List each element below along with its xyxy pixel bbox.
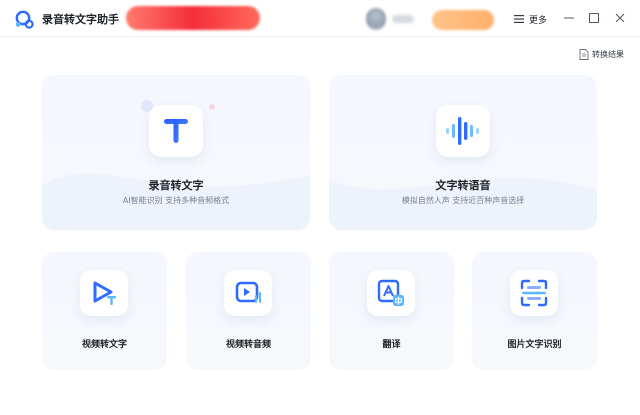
promo-banner[interactable] bbox=[126, 6, 260, 30]
app-title: 录音转文字助手 bbox=[42, 13, 119, 26]
sound-wave-icon bbox=[446, 117, 479, 145]
user-name[interactable] bbox=[392, 15, 414, 23]
text-t-icon bbox=[164, 119, 188, 143]
image-ocr-icon bbox=[520, 279, 548, 307]
conversion-results-button[interactable]: 转换结果 bbox=[579, 47, 624, 61]
more-button[interactable]: 更多 bbox=[514, 12, 547, 26]
menu-icon bbox=[514, 15, 524, 23]
video-to-audio-title: 视频转音频 bbox=[225, 340, 271, 350]
close-button[interactable] bbox=[610, 8, 630, 28]
translate-icon-tile bbox=[367, 270, 415, 316]
conversion-results-label: 转换结果 bbox=[592, 49, 624, 59]
vip-button[interactable] bbox=[432, 10, 494, 30]
video-to-audio-card[interactable]: 视频转音频 bbox=[186, 252, 311, 370]
speech-to-text-card[interactable]: 录音转文字 AI智能识别 支持多种音频格式 bbox=[42, 75, 310, 230]
text-t-icon-tile bbox=[149, 105, 203, 157]
video-to-audio-icon bbox=[235, 281, 261, 303]
translate-card[interactable]: 翻译 bbox=[329, 252, 454, 370]
maximize-icon bbox=[589, 13, 599, 23]
translate-title: 翻译 bbox=[382, 340, 401, 350]
maximize-button[interactable] bbox=[584, 8, 604, 28]
speech-to-text-subtitle: AI智能识别 支持多种音频格式 bbox=[122, 196, 230, 205]
video-to-text-icon bbox=[93, 281, 116, 305]
close-icon bbox=[615, 13, 625, 23]
video-to-text-icon-tile bbox=[80, 270, 128, 316]
image-ocr-icon-tile bbox=[510, 270, 558, 316]
avatar[interactable] bbox=[366, 8, 386, 30]
minimize-button[interactable] bbox=[559, 8, 579, 28]
document-icon bbox=[579, 48, 589, 60]
more-label: 更多 bbox=[529, 15, 548, 26]
sound-wave-icon-tile bbox=[436, 105, 490, 157]
app-logo-icon bbox=[15, 10, 34, 29]
text-to-speech-subtitle: 模拟自然人声 支持近百种声音选择 bbox=[401, 196, 525, 205]
dot-decoration bbox=[209, 104, 215, 110]
text-to-speech-title: 文字转语音 bbox=[435, 179, 491, 192]
title-bar: 录音转文字助手 更多 bbox=[0, 0, 640, 37]
translate-icon bbox=[377, 279, 404, 306]
minimize-icon bbox=[564, 17, 574, 19]
text-to-speech-card[interactable]: 文字转语音 模拟自然人声 支持近百种声音选择 bbox=[329, 75, 597, 230]
video-to-text-card[interactable]: 视频转文字 bbox=[42, 252, 167, 370]
image-ocr-card[interactable]: 图片文字识别 bbox=[472, 252, 597, 370]
speech-to-text-title: 录音转文字 bbox=[148, 179, 204, 192]
image-ocr-title: 图片文字识别 bbox=[507, 340, 562, 350]
video-to-audio-icon-tile bbox=[224, 270, 272, 316]
video-to-text-title: 视频转文字 bbox=[81, 340, 127, 350]
